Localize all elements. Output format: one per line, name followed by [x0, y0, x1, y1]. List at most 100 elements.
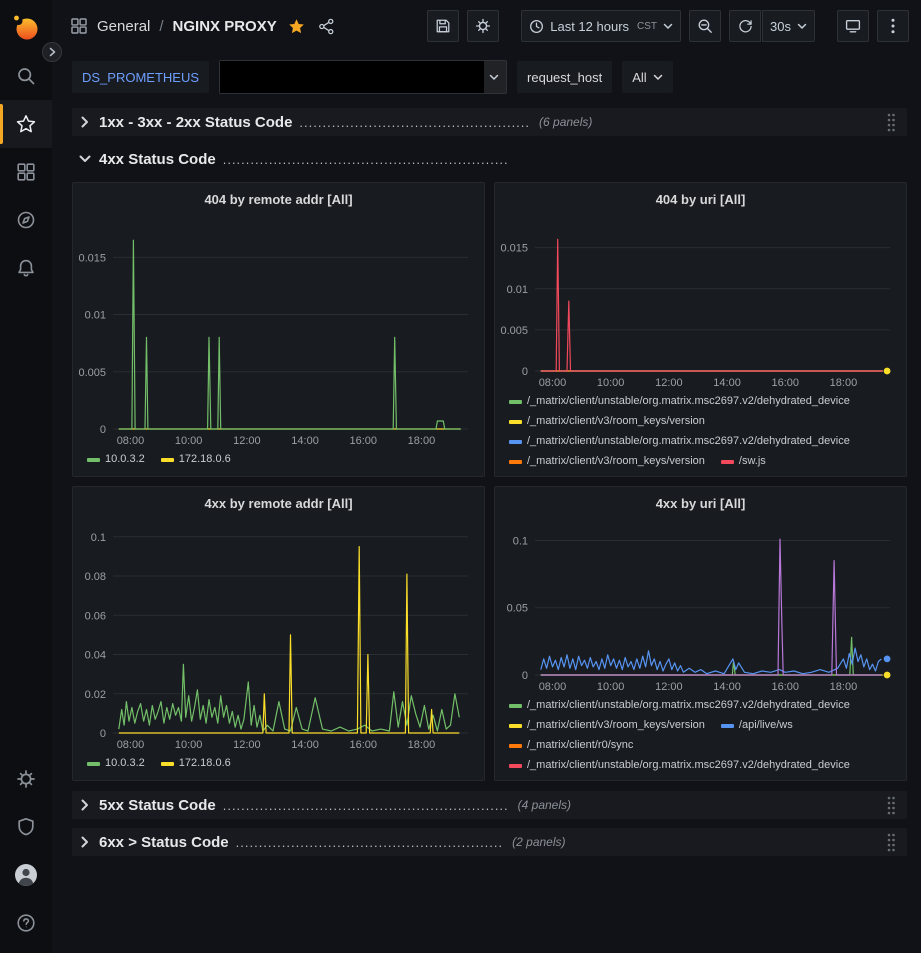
- zoom-out-button[interactable]: [689, 10, 721, 42]
- legend-series-label: 10.0.3.2: [105, 755, 145, 772]
- gear-icon: [475, 18, 491, 34]
- row-panel-count: (2 panels): [512, 835, 565, 849]
- legend-item[interactable]: /_matrix/client/unstable/org.matrix.msc2…: [509, 393, 850, 410]
- legend-item[interactable]: /_matrix/client/unstable/org.matrix.msc2…: [509, 433, 850, 450]
- legend-series-swatch: [161, 458, 174, 462]
- time-series-chart[interactable]: 00.0050.010.01508:0010:0012:0014:0016:00…: [73, 215, 484, 449]
- row-5xx-status-code[interactable]: 5xx Status Code ........................…: [72, 791, 907, 819]
- legend-series-label: /_matrix/client/unstable/org.matrix.msc2…: [527, 433, 850, 450]
- svg-text:08:00: 08:00: [117, 739, 145, 751]
- svg-text:08:00: 08:00: [539, 377, 567, 389]
- panel-title: 404 by remote addr [All]: [204, 192, 352, 207]
- legend-series-label: /api/live/ws: [739, 717, 793, 734]
- svg-text:0.01: 0.01: [85, 310, 106, 322]
- panel-legend: /_matrix/client/unstable/org.matrix.msc2…: [495, 391, 906, 477]
- panel-title: 404 by uri [All]: [656, 192, 746, 207]
- legend-series-label: /_matrix/client/unstable/org.matrix.msc2…: [527, 697, 850, 714]
- sidebar-expand-button[interactable]: [42, 42, 62, 62]
- sidebar-item-starred[interactable]: [0, 100, 52, 148]
- panel-header[interactable]: 404 by remote addr [All]: [73, 183, 484, 215]
- sidebar-item-dashboards[interactable]: [0, 148, 52, 196]
- legend-item[interactable]: /_matrix/client/unstable/org.matrix.msc2…: [509, 757, 850, 774]
- panel-legend: 10.0.3.2 172.18.0.6: [73, 753, 484, 780]
- row-6xx-status-code[interactable]: 6xx > Status Code ......................…: [72, 828, 907, 856]
- breadcrumb-grid-icon: [70, 17, 88, 35]
- legend-series-swatch: [87, 762, 100, 766]
- row-1xx-3xx-2xx-status-code[interactable]: 1xx - 3xx - 2xx Status Code ............…: [72, 108, 907, 136]
- time-series-chart[interactable]: 00.020.040.060.080.108:0010:0012:0014:00…: [73, 519, 484, 753]
- legend-item[interactable]: 10.0.3.2: [87, 451, 145, 468]
- row-drag-handle-icon[interactable]: [881, 793, 901, 817]
- sidebar-item-explore[interactable]: [0, 196, 52, 244]
- panel-legend: /_matrix/client/unstable/org.matrix.msc2…: [495, 695, 906, 781]
- svg-text:0: 0: [522, 670, 528, 682]
- datasource-variable-button[interactable]: DS_PROMETHEUS: [72, 61, 209, 93]
- chevron-down-icon: [797, 23, 807, 30]
- svg-text:14:00: 14:00: [713, 681, 741, 693]
- panel-header[interactable]: 404 by uri [All]: [495, 183, 906, 215]
- dashboard-title[interactable]: NGINX PROXY: [173, 18, 277, 35]
- legend-item[interactable]: /_matrix/client/v3/room_keys/version: [509, 453, 705, 470]
- legend-item[interactable]: 10.0.3.2: [87, 755, 145, 772]
- time-range-picker[interactable]: Last 12 hours CST: [521, 10, 681, 42]
- row-4xx-status-code[interactable]: 4xx Status Code ........................…: [72, 145, 907, 173]
- sidebar-item-server-admin[interactable]: [0, 803, 52, 851]
- variables-bar: DS_PROMETHEUS request_host All: [52, 52, 921, 106]
- row-title-dots: ........................................…: [299, 115, 530, 130]
- legend-series-label: /_matrix/client/unstable/org.matrix.msc2…: [527, 757, 850, 774]
- svg-text:0.08: 0.08: [85, 571, 106, 583]
- svg-text:16:00: 16:00: [349, 739, 377, 751]
- legend-series-label: /_matrix/client/unstable/org.matrix.msc2…: [527, 393, 850, 410]
- request-host-variable-select[interactable]: All: [622, 61, 672, 93]
- sidebar-item-help[interactable]: [0, 899, 52, 947]
- breadcrumb-section[interactable]: General: [97, 18, 150, 35]
- svg-text:0.06: 0.06: [85, 610, 106, 622]
- sidebar-item-profile[interactable]: [0, 851, 52, 899]
- refresh-interval-dropdown[interactable]: 30s: [762, 10, 815, 42]
- refresh-button[interactable]: [729, 10, 761, 42]
- host-variable-select[interactable]: [219, 60, 507, 94]
- row-title: 1xx - 3xx - 2xx Status Code: [99, 114, 292, 131]
- refresh-icon: [738, 19, 753, 34]
- panel-header[interactable]: 4xx by uri [All]: [495, 487, 906, 519]
- svg-text:0.1: 0.1: [513, 535, 528, 547]
- legend-series-label: 10.0.3.2: [105, 451, 145, 468]
- kebab-menu-button[interactable]: [877, 10, 909, 42]
- legend-item[interactable]: /_matrix/client/v3/room_keys/version: [509, 413, 705, 430]
- legend-item[interactable]: /_matrix/client/v3/room_keys/version: [509, 717, 705, 734]
- legend-item[interactable]: /api/live/ws: [721, 717, 793, 734]
- legend-item[interactable]: /_matrix/client/r0/sync: [509, 737, 633, 754]
- row-drag-handle-icon[interactable]: [881, 110, 901, 134]
- host-variable-value[interactable]: [220, 61, 484, 93]
- kebab-icon: [891, 18, 895, 34]
- panel-4xx-by-remote-addr: 4xx by remote addr [All] 00.020.040.060.…: [72, 486, 485, 781]
- svg-text:10:00: 10:00: [175, 739, 203, 751]
- favorite-star-button[interactable]: [286, 16, 307, 37]
- legend-series-label: /sw.js: [739, 453, 766, 470]
- time-series-chart[interactable]: 00.0050.010.01508:0010:0012:0014:0016:00…: [495, 215, 906, 391]
- topbar: General / NGINX PROXY: [52, 0, 921, 52]
- svg-text:10:00: 10:00: [597, 681, 625, 693]
- share-dashboard-button[interactable]: [316, 16, 337, 37]
- svg-text:0.015: 0.015: [78, 252, 106, 264]
- svg-text:0.015: 0.015: [500, 243, 528, 255]
- panel-header[interactable]: 4xx by remote addr [All]: [73, 487, 484, 519]
- legend-item[interactable]: 172.18.0.6: [161, 451, 231, 468]
- row-drag-handle-icon[interactable]: [881, 830, 901, 854]
- legend-item[interactable]: /_matrix/client/unstable/org.matrix.msc2…: [509, 697, 850, 714]
- time-series-chart[interactable]: 00.050.108:0010:0012:0014:0016:0018:00: [495, 519, 906, 695]
- dashboard-settings-button[interactable]: [467, 10, 499, 42]
- request-host-variable-label[interactable]: request_host: [517, 61, 612, 93]
- panels-grid: 404 by remote addr [All] 00.0050.010.015…: [72, 182, 907, 781]
- save-dashboard-button[interactable]: [427, 10, 459, 42]
- legend-item[interactable]: 172.18.0.6: [161, 755, 231, 772]
- refresh-interval-value: 30s: [770, 19, 791, 34]
- panel-title: 4xx by remote addr [All]: [204, 496, 352, 511]
- panel-title: 4xx by uri [All]: [656, 496, 746, 511]
- sidebar-item-alerting[interactable]: [0, 244, 52, 292]
- sidebar-item-configuration[interactable]: [0, 755, 52, 803]
- legend-item[interactable]: /sw.js: [721, 453, 766, 470]
- tv-mode-button[interactable]: [837, 10, 869, 42]
- grafana-logo[interactable]: [11, 12, 41, 42]
- chevron-right-icon: [78, 836, 92, 848]
